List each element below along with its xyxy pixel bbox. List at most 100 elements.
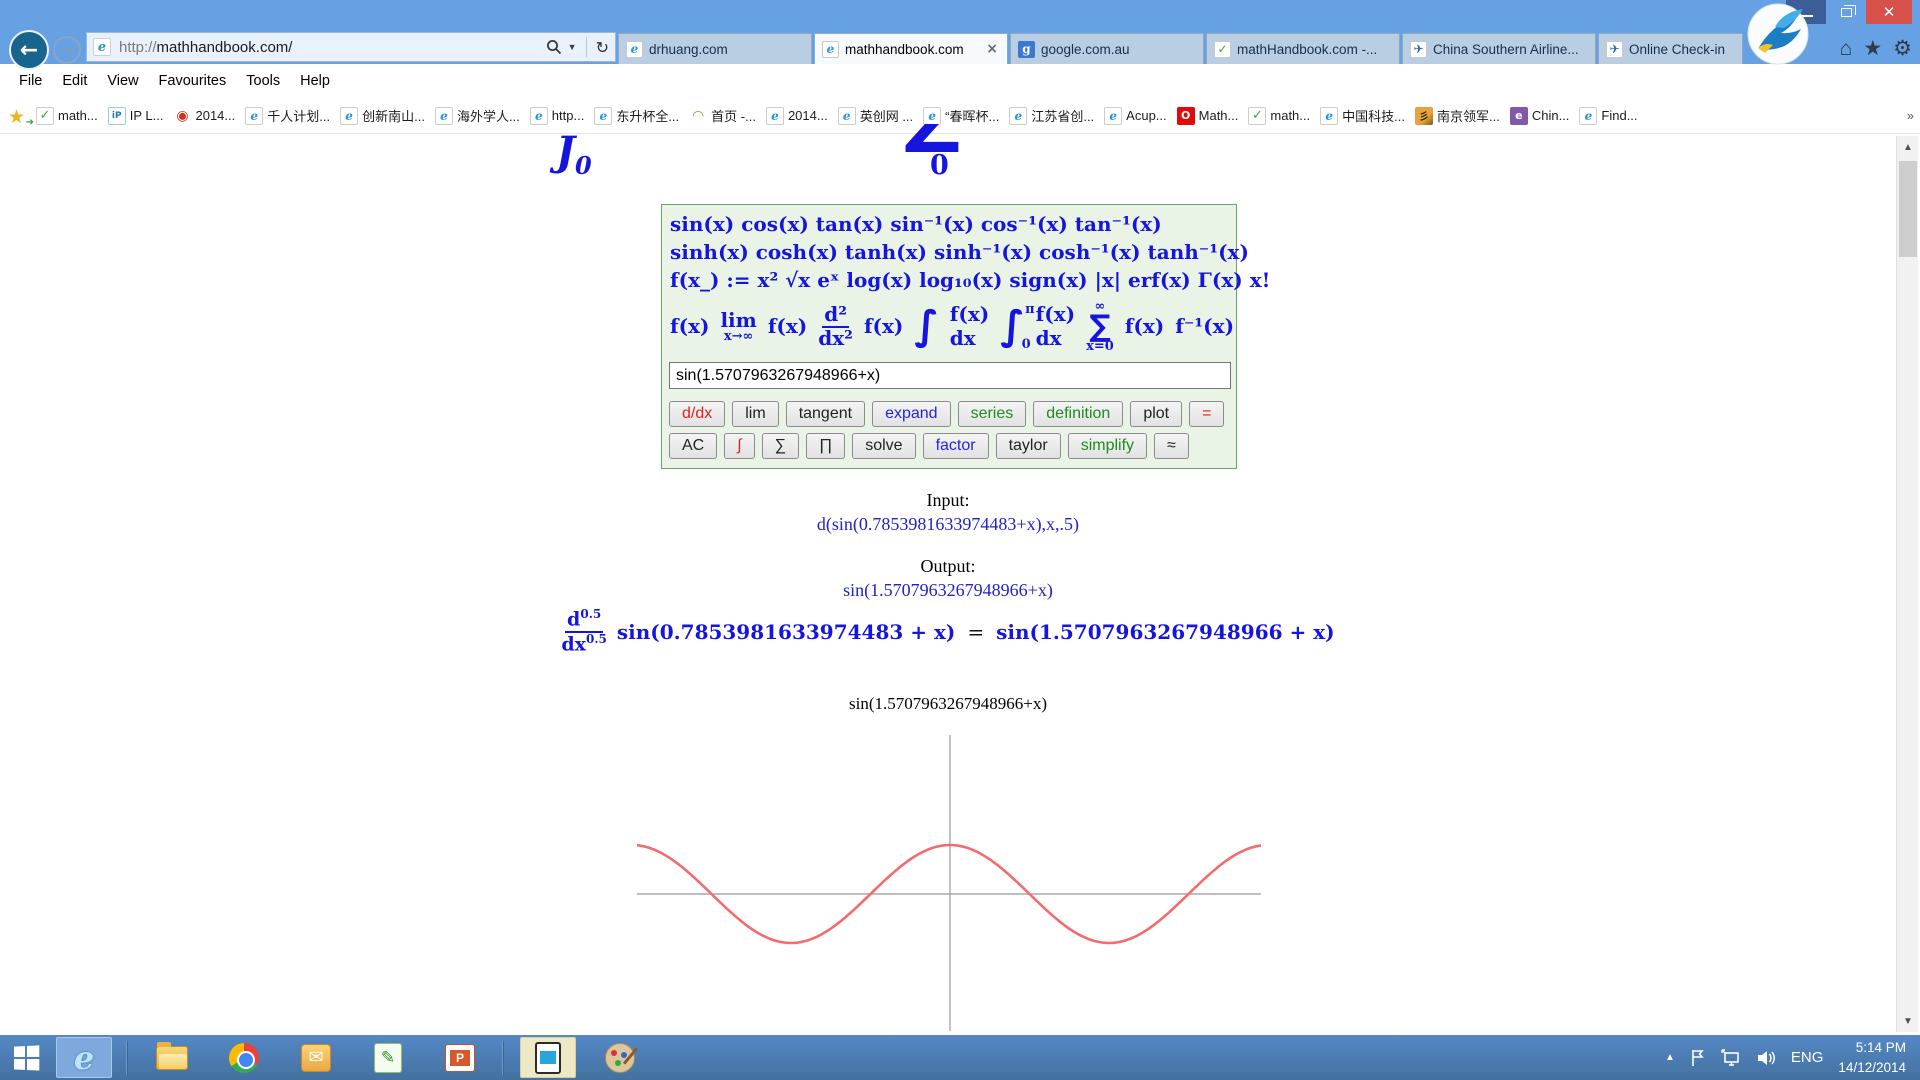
favorite-label: 中国科技... [1342,106,1405,125]
second-derivative-operator: d²dx² [818,304,853,349]
calc-button-plot[interactable]: plot [1130,401,1182,427]
network-icon[interactable] [1721,1049,1741,1067]
bird-logo[interactable] [1746,2,1810,66]
volume-icon[interactable] [1756,1049,1776,1067]
favorite-ip-l[interactable]: iPIP L... [108,107,164,125]
menu-view[interactable]: View [98,69,147,93]
home-icon[interactable]: ⌂ [1840,38,1853,59]
back-button[interactable]: ← [9,30,49,70]
ie-browser-window: ✕ ← → e http://mathhandbook.com/ ▼ ↻ edr… [0,0,1920,1080]
scroll-down-icon[interactable]: ▼ [1897,1010,1919,1032]
vertical-scrollbar[interactable]: ▲ ▼ [1896,136,1918,1032]
favorite-item[interactable]: e江苏省创... [1009,106,1094,125]
favorite-item[interactable]: e英创网 ... [838,106,913,125]
tab-mathhandbook-com[interactable]: emathhandbook.com× [814,33,1008,64]
taskbar-app-paint[interactable] [592,1037,648,1078]
favorite-item[interactable]: e海外学人... [435,106,520,125]
calc-button-item[interactable]: ∏ [806,433,845,459]
tab-mathhandbook-com[interactable]: ✓mathHandbook.com -... [1206,33,1400,64]
menu-edit[interactable]: Edit [53,69,96,93]
favorite-label: Math... [1199,108,1239,123]
scroll-up-icon[interactable]: ▲ [1897,136,1919,158]
calc-button-expand[interactable]: expand [872,401,951,427]
taskbar-app-internet-explorer[interactable]: e [56,1037,112,1078]
tab-online-check-in[interactable]: ✈Online Check-in [1598,33,1743,64]
fractional-derivative-operator: d0.5 dx0.5 [561,608,607,656]
ie-favicon-icon: e [1104,107,1122,125]
calc-button-series[interactable]: series [958,401,1027,427]
favorite-item[interactable]: e东升杯全... [594,106,679,125]
tab-close-icon[interactable]: × [984,41,1000,57]
url-text[interactable]: http://mathhandbook.com/ [119,39,546,56]
favorite-item[interactable]: e千人计划... [245,106,330,125]
taskbar-app-notepad-plus-plus[interactable]: ✎ [360,1037,416,1078]
calc-button-definition[interactable]: definition [1033,401,1123,427]
sine-plot [637,735,1261,1031]
clock[interactable]: 5:14 PM 14/12/2014 [1838,1038,1906,1077]
favorite-2014[interactable]: ◉2014... [173,107,235,125]
calc-button-d-dx[interactable]: d/dx [669,401,725,427]
favorite-item[interactable]: e创新南山... [340,106,425,125]
tab-label: google.com.au [1041,42,1196,57]
calc-button-item[interactable]: ∑ [762,433,799,459]
calc-button-solve[interactable]: solve [852,433,915,459]
refresh-icon[interactable]: ↻ [596,38,609,57]
calculator-button-row-1: d/dx lim tangent expand seriesdefinition plot… [669,401,1230,427]
menu-tools[interactable]: Tools [237,69,289,93]
calc-button-lim[interactable]: lim [732,401,778,427]
calc-button-item[interactable]: ∫ [724,433,754,459]
calc-button-item[interactable]: = [1189,401,1224,427]
browser-titlebar: ✕ ← → e http://mathhandbook.com/ ▼ ↻ edr… [0,0,1920,64]
ie-favicon-icon: e [245,107,263,125]
settings-gear-icon[interactable]: ⚙ [1893,38,1912,59]
favorite-math[interactable]: ✓math... [1248,107,1310,125]
tab-drhuang-com[interactable]: edrhuang.com [618,33,812,64]
close-button[interactable]: ✕ [1866,0,1912,24]
language-indicator[interactable]: ENG [1791,1049,1824,1066]
tab-china-southern-airline[interactable]: ✈China Southern Airline... [1402,33,1596,64]
favorite-acup[interactable]: e Acup... [1104,107,1166,125]
menu-file[interactable]: File [10,69,51,93]
favorite-2014[interactable]: e2014... [766,107,828,125]
show-hidden-icons-icon[interactable]: ▲ [1665,1052,1675,1063]
add-favorite-icon[interactable]: ★ [8,106,30,126]
taskbar-app-outlook[interactable]: ✉ [288,1037,344,1078]
search-dropdown-icon[interactable]: ▼ [568,42,577,52]
calc-button-tangent[interactable]: tangent [786,401,865,427]
calc-button-taylor[interactable]: taylor [996,433,1061,459]
calc-button-ac[interactable]: AC [669,433,717,459]
favorites-star-icon[interactable]: ★ [1863,38,1882,59]
scrollbar-thumb[interactable] [1899,161,1917,257]
favorite-item[interactable]: e中国科技... [1320,106,1405,125]
favorite-chin[interactable]: eChin... [1510,107,1570,125]
calc-button-item[interactable]: ≈ [1154,433,1189,459]
calc-button-factor[interactable]: factor [923,433,989,459]
taskbar-app-file-explorer[interactable] [144,1037,200,1078]
action-center-flag-icon[interactable] [1690,1049,1706,1067]
taskbar-app-remote-desktop[interactable] [520,1037,576,1078]
expression-input[interactable] [669,362,1231,389]
favorite-http[interactable]: ehttp... [530,107,585,125]
menu-favourites[interactable]: Favourites [150,69,236,93]
tray-date: 14/12/2014 [1838,1058,1906,1078]
taskbar-app-chrome[interactable] [216,1037,272,1078]
favorite-math[interactable]: OMath... [1177,107,1239,125]
favorite-item[interactable]: ◠首页 -... [689,106,756,125]
favorite-math[interactable]: ✓math... [36,107,98,125]
favorite-label: Acup... [1126,108,1166,123]
tab-google-com-au[interactable]: ggoogle.com.au [1010,33,1204,64]
outlook-icon: ✉ [301,1044,331,1072]
favorite-item[interactable]: 彡南京领军... [1415,106,1500,125]
forward-button[interactable]: → [53,36,81,64]
start-button[interactable] [0,1035,52,1080]
calc-button-simplify[interactable]: simplify [1068,433,1147,459]
favorite-find[interactable]: eFind... [1579,107,1637,125]
address-bar[interactable]: e http://mathhandbook.com/ ▼ ↻ [86,32,616,62]
menu-help[interactable]: Help [291,69,339,93]
favorite-item[interactable]: e“春晖杯... [923,106,999,125]
input-expression: d(sin(0.7853981633974483+x),x,.5) [0,514,1896,535]
taskbar-app-powerpoint[interactable]: P [432,1037,488,1078]
favorites-overflow-chevron[interactable]: » [1907,108,1914,123]
search-icon[interactable] [546,39,562,55]
restore-button[interactable] [1826,0,1866,24]
